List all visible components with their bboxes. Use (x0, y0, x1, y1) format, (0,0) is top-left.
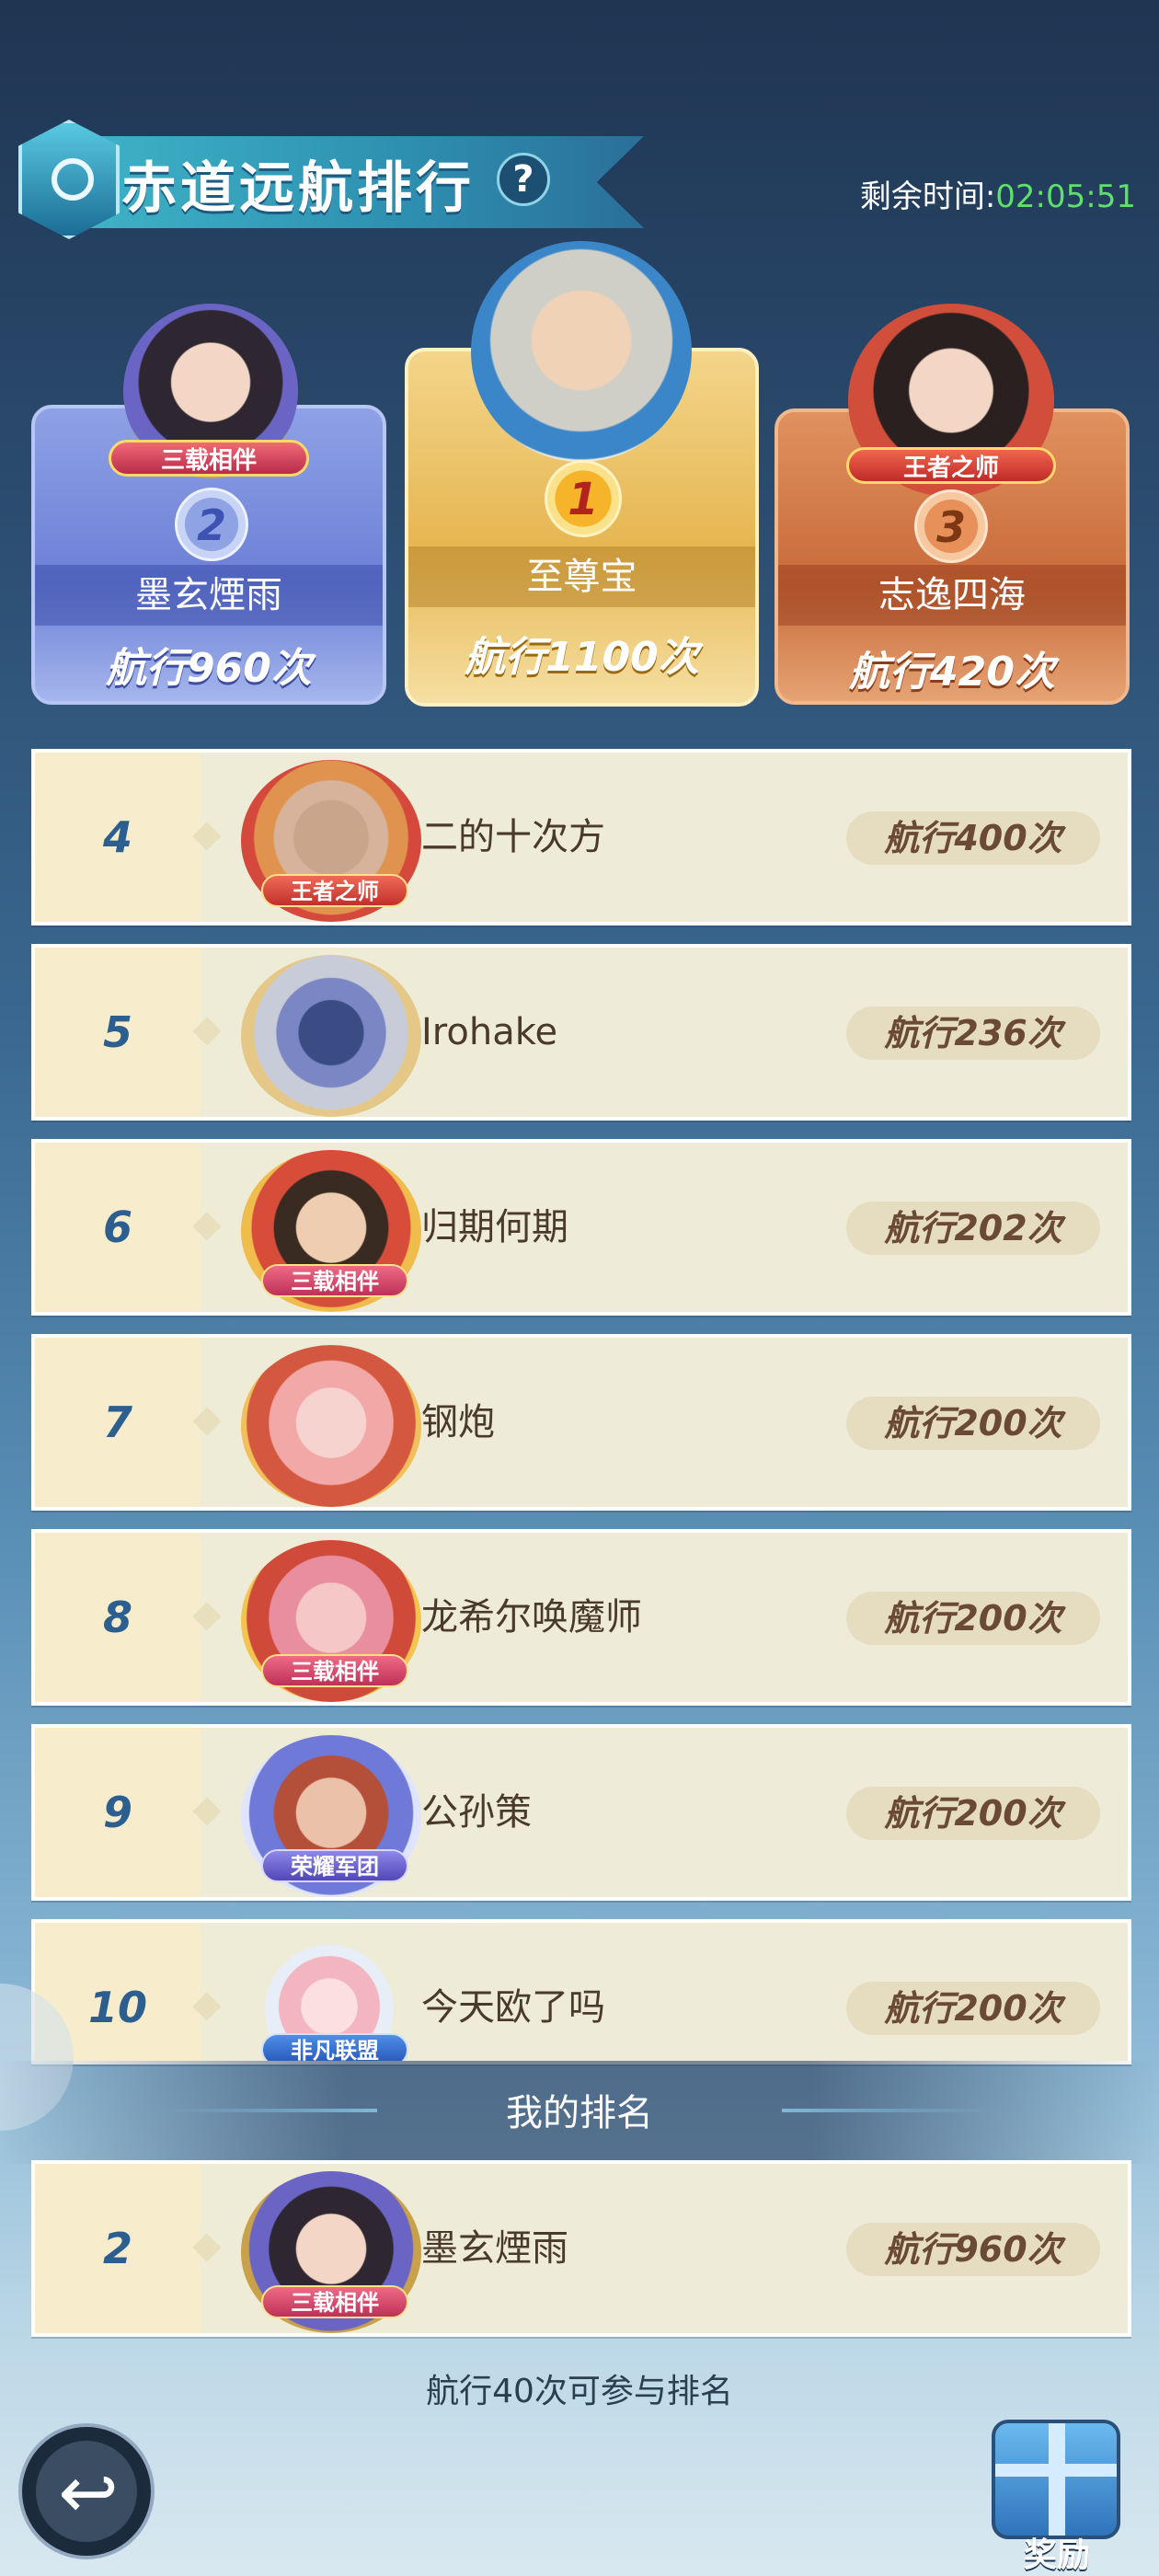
table-row[interactable]: 8 三载相伴 龙希尔唤魔师 航行200次 (31, 1529, 1131, 1706)
podium-player-name: 墨玄煙雨 (35, 565, 383, 626)
gift-icon (992, 2420, 1120, 2539)
avatar-frame-tag: 三载相伴 (109, 440, 309, 477)
table-row[interactable]: 6 三载相伴 归期何期 航行202次 (31, 1139, 1131, 1316)
score-pill: 航行960次 (846, 2223, 1100, 2276)
podium-score: 航行1100次 (465, 634, 699, 681)
table-row[interactable]: 5 Irohake 航行236次 (31, 944, 1131, 1121)
timer-value: 02:05:51 (995, 178, 1136, 215)
player-name: Irohake (421, 1011, 558, 1053)
timer-label: 剩余时间: (859, 178, 996, 215)
rank-medal-icon: 1 (545, 460, 622, 537)
avatar-frame-tag: 非凡联盟 (261, 2033, 408, 2061)
back-arrow-icon: ↩ (58, 2452, 119, 2535)
table-row[interactable]: 9 荣耀军团 公孙策 航行200次 (31, 1724, 1131, 1901)
player-name: 龙希尔唤魔师 (421, 1596, 642, 1639)
score-pill: 航行400次 (846, 811, 1100, 865)
rank-number: 5 (102, 1007, 132, 1057)
rank-number: 2 (102, 2224, 132, 2273)
score-pill: 航行200次 (846, 1592, 1100, 1645)
player-name: 归期何期 (421, 1206, 568, 1248)
ranking-requirement-hint: 航行40次可参与排名 (426, 2373, 733, 2410)
help-icon[interactable]: ? (497, 153, 550, 206)
podium-score: 航行960次 (106, 645, 312, 692)
page-title: 赤道远航排行 (121, 156, 475, 221)
header: 赤道远航排行 ? (0, 110, 662, 248)
rank-medal-icon: 3 (914, 489, 988, 563)
score-pill: 航行236次 (846, 1006, 1100, 1060)
player-avatar[interactable] (471, 241, 692, 462)
player-name: 二的十次方 (421, 816, 605, 858)
avatar-frame-tag: 三载相伴 (261, 1654, 408, 1687)
countdown-timer: 剩余时间:02:05:51 (860, 171, 1136, 216)
score-pill: 航行202次 (846, 1202, 1100, 1255)
avatar-frame-tag: 三载相伴 (261, 2285, 408, 2318)
rank-number: 4 (102, 812, 132, 862)
player-name: 公孙策 (421, 1791, 532, 1834)
podium-player-name: 志逸四海 (778, 565, 1126, 626)
player-avatar[interactable] (241, 1345, 421, 1507)
player-name: 今天欧了吗 (421, 1986, 605, 2029)
my-rank-row[interactable]: 2 三载相伴 墨玄煙雨 航行960次 (31, 2160, 1131, 2337)
rank-number: 8 (102, 1593, 132, 1642)
avatar-frame-tag: 王者之师 (261, 874, 408, 907)
table-row[interactable]: 4 王者之师 二的十次方 航行400次 (31, 749, 1131, 926)
player-name: 钢炮 (421, 1401, 495, 1443)
table-row[interactable]: 7 钢炮 航行200次 (31, 1334, 1131, 1511)
player-name: 墨玄煙雨 (421, 2227, 568, 2270)
podium-score: 航行420次 (849, 649, 1055, 696)
score-pill: 航行200次 (846, 1397, 1100, 1450)
podium-player-name: 至尊宝 (408, 546, 755, 607)
avatar-frame-tag: 荣耀军团 (261, 1849, 408, 1882)
avatar-frame-tag: 王者之师 (846, 447, 1056, 484)
table-row[interactable]: 10 非凡联盟 今天欧了吗 航行200次 (31, 1919, 1131, 2064)
score-pill: 航行200次 (846, 1787, 1100, 1840)
reward-button[interactable]: 奖励 (979, 2410, 1135, 2574)
player-avatar[interactable] (241, 955, 421, 1117)
my-rank-title: 我的排名 (506, 2092, 653, 2134)
rank-number: 7 (102, 1397, 132, 1447)
reward-label: 奖励 (1023, 2536, 1090, 2574)
rank-number: 9 (102, 1788, 132, 1837)
back-button[interactable]: ↩ (18, 2423, 155, 2559)
avatar-frame-tag: 三载相伴 (261, 1264, 408, 1297)
rank-medal-icon: 2 (175, 488, 248, 561)
rank-number: 6 (102, 1202, 132, 1252)
score-pill: 航行200次 (846, 1982, 1100, 2035)
